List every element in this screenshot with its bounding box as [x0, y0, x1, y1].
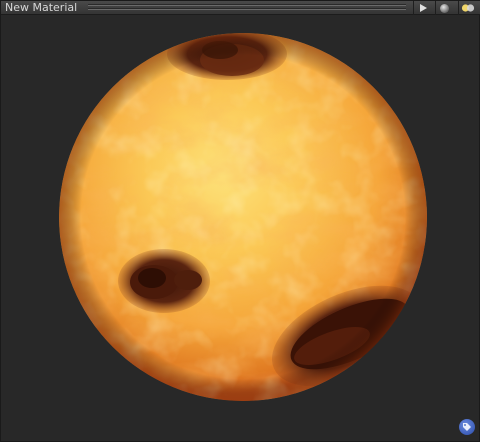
material-tag-button[interactable]	[459, 419, 475, 435]
window-title: New Material	[5, 1, 78, 14]
tag-icon	[463, 423, 471, 431]
play-button[interactable]	[413, 1, 431, 15]
lights-icon	[461, 4, 474, 12]
sphere-surface	[59, 33, 427, 401]
material-sphere	[59, 33, 427, 401]
title-bar[interactable]: New Material	[1, 1, 480, 15]
preview-viewport[interactable]	[2, 16, 478, 441]
sphere-preview-icon	[440, 3, 449, 13]
play-icon	[419, 4, 427, 12]
material-preview-window: New Material	[0, 0, 480, 442]
drag-grip[interactable]	[88, 4, 406, 12]
preview-lights-button[interactable]	[458, 1, 476, 15]
preview-shape-button[interactable]	[435, 1, 453, 15]
